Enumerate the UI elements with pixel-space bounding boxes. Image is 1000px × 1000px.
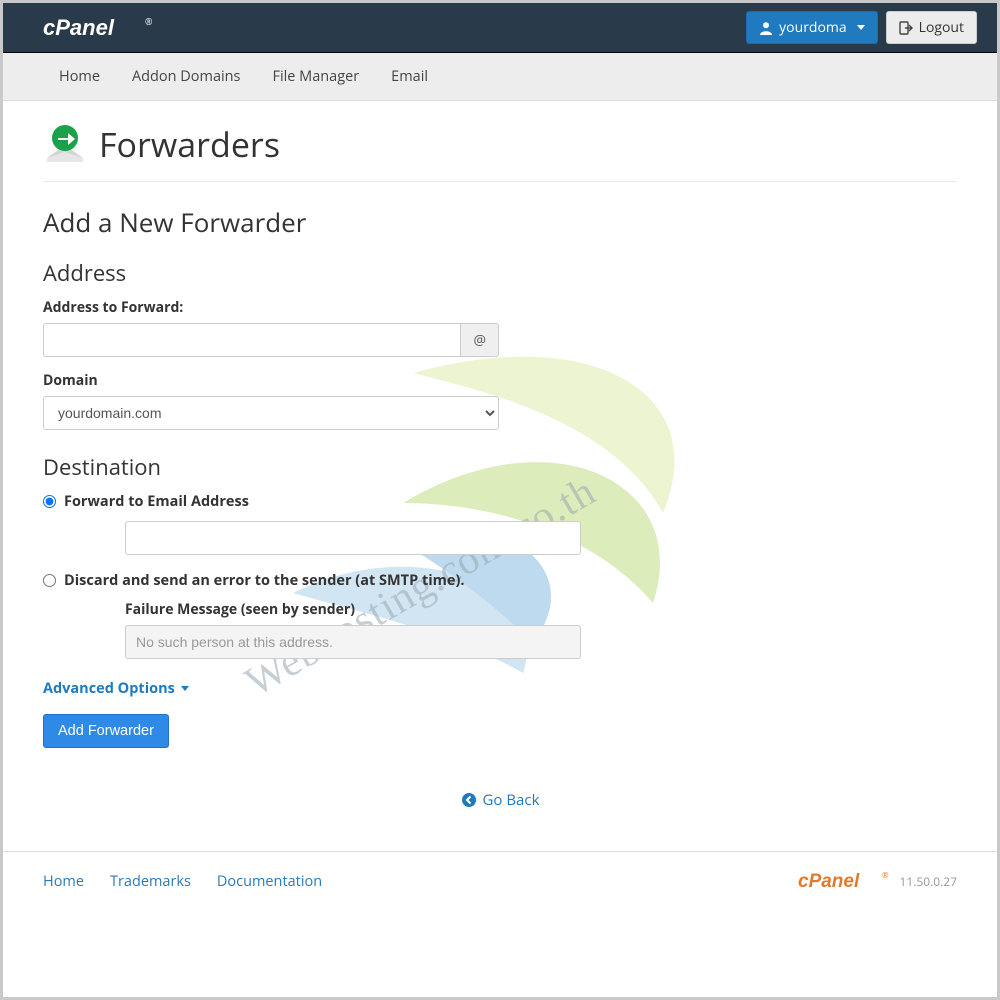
failure-message-label: Failure Message (seen by sender) — [125, 600, 581, 619]
forward-to-email-input[interactable] — [125, 521, 581, 555]
circle-arrow-left-icon — [461, 792, 477, 808]
footer-link-trademarks[interactable]: Trademarks — [110, 872, 191, 891]
logout-label: Logout — [919, 18, 964, 38]
page-title: Forwarders — [99, 121, 280, 167]
forward-to-email-label: Forward to Email Address — [64, 492, 249, 511]
top-bar: cPanel ® yourdoma Logout — [3, 3, 997, 53]
svg-text:®: ® — [882, 870, 889, 881]
caret-down-icon — [857, 25, 865, 30]
domain-select[interactable]: yourdomain.com — [43, 396, 499, 430]
logout-button[interactable]: Logout — [886, 11, 977, 45]
address-to-forward-input[interactable] — [43, 323, 461, 357]
at-symbol-addon: @ — [461, 323, 499, 357]
forward-to-email-radio[interactable] — [43, 495, 56, 508]
footer-link-home[interactable]: Home — [43, 872, 84, 891]
footer: Home Trademarks Documentation cPanel ® 1… — [3, 851, 997, 910]
svg-text:®: ® — [145, 15, 153, 28]
user-icon — [759, 21, 773, 35]
svg-text:cPanel: cPanel — [798, 871, 860, 892]
failure-message-input — [125, 625, 581, 659]
discard-error-label: Discard and send an error to the sender … — [64, 571, 465, 590]
forwarder-icon — [43, 122, 87, 166]
nav-email[interactable]: Email — [375, 53, 444, 100]
add-forwarder-button[interactable]: Add Forwarder — [43, 714, 169, 748]
nav-bar: Home Addon Domains File Manager Email — [3, 53, 997, 101]
discard-error-radio[interactable] — [43, 574, 56, 587]
user-label: yourdoma — [779, 18, 846, 38]
footer-brand-logo: cPanel ® — [798, 870, 890, 892]
page-header: Forwarders — [43, 121, 957, 182]
go-back-label: Go Back — [483, 790, 540, 810]
svg-text:cPanel: cPanel — [43, 15, 115, 40]
footer-link-documentation[interactable]: Documentation — [217, 872, 322, 891]
user-menu-button[interactable]: yourdoma — [746, 11, 877, 45]
go-back-link[interactable]: Go Back — [461, 790, 540, 810]
section-add-forwarder-title: Add a New Forwarder — [43, 204, 957, 240]
advanced-options-toggle[interactable]: Advanced Options — [43, 679, 189, 698]
address-to-forward-label: Address to Forward: — [43, 298, 957, 317]
nav-home[interactable]: Home — [43, 53, 116, 100]
logout-icon — [899, 21, 913, 35]
address-title: Address — [43, 258, 957, 288]
brand-logo: cPanel ® — [43, 15, 153, 41]
domain-label: Domain — [43, 371, 957, 390]
nav-addon-domains[interactable]: Addon Domains — [116, 53, 256, 100]
advanced-options-label: Advanced Options — [43, 679, 175, 698]
nav-file-manager[interactable]: File Manager — [256, 53, 375, 100]
destination-title: Destination — [43, 452, 957, 482]
caret-down-icon — [181, 686, 189, 691]
footer-version: 11.50.0.27 — [900, 873, 958, 890]
